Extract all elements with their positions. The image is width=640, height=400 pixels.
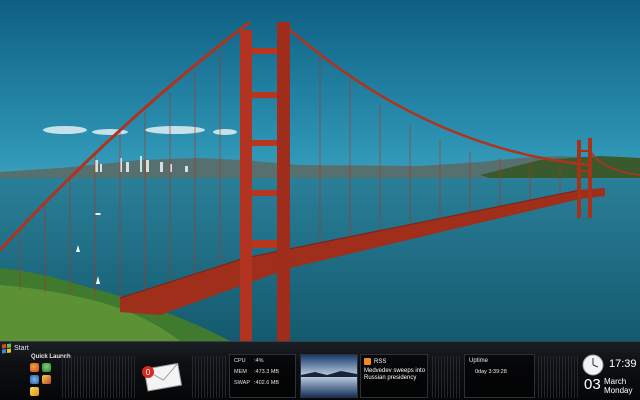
dock-divider bbox=[432, 356, 462, 398]
mail-envelope-icon[interactable]: 0 bbox=[140, 358, 188, 396]
taskbar: Start Quick Launch 0 CPU:4% MEM:473.3 MB… bbox=[0, 341, 640, 400]
dock-divider bbox=[62, 356, 136, 398]
uptime-value: 0day 3:39:28 bbox=[475, 369, 507, 375]
clock-time: 17:39 bbox=[609, 358, 637, 370]
uptime-gadget: Uptime 0day 3:39:28 bbox=[464, 354, 535, 398]
clock-month: March bbox=[604, 377, 627, 386]
photo-gadget[interactable] bbox=[300, 354, 358, 398]
lake-photo bbox=[301, 355, 357, 397]
rss-title: RSS bbox=[374, 358, 387, 365]
dock-divider bbox=[538, 356, 578, 398]
swap-value: :402.6 MB bbox=[254, 380, 280, 386]
clock-weekday: Monday bbox=[604, 386, 633, 395]
rss-headline[interactable]: Medvedev sweeps into Russian presidency bbox=[364, 368, 426, 382]
rss-icon bbox=[364, 358, 371, 365]
cpu-value: :4% bbox=[254, 358, 264, 364]
bolt-icon[interactable] bbox=[30, 387, 39, 396]
swap-label: SWAP bbox=[234, 380, 250, 386]
network-icon[interactable] bbox=[30, 375, 39, 384]
uptime-title: Uptime bbox=[469, 358, 489, 364]
rss-gadget[interactable]: RSS Medvedev sweeps into Russian preside… bbox=[360, 354, 428, 398]
system-monitor-gadget[interactable]: CPU :4% MEM :473.3 MB SWAP :402.6 MB bbox=[229, 354, 296, 398]
mem-label: MEM bbox=[234, 369, 247, 375]
windows-logo-icon bbox=[2, 343, 11, 353]
start-label: Start bbox=[14, 344, 29, 352]
users-icon[interactable] bbox=[42, 363, 51, 372]
clock-day: 03 bbox=[584, 376, 601, 393]
dock-divider bbox=[192, 356, 226, 398]
mail-unread-count: 0 bbox=[146, 368, 151, 377]
start-button[interactable]: Start bbox=[2, 343, 29, 353]
paint-icon[interactable] bbox=[42, 375, 51, 384]
quick-launch-bar bbox=[30, 363, 56, 396]
firefox-icon[interactable] bbox=[30, 363, 39, 372]
desktop-wallpaper bbox=[0, 0, 640, 341]
mem-value: :473.3 MB bbox=[254, 369, 280, 375]
cpu-label: CPU bbox=[234, 358, 246, 364]
clock-month-weekday: March Monday bbox=[604, 377, 632, 395]
clock-icon[interactable] bbox=[582, 354, 604, 376]
